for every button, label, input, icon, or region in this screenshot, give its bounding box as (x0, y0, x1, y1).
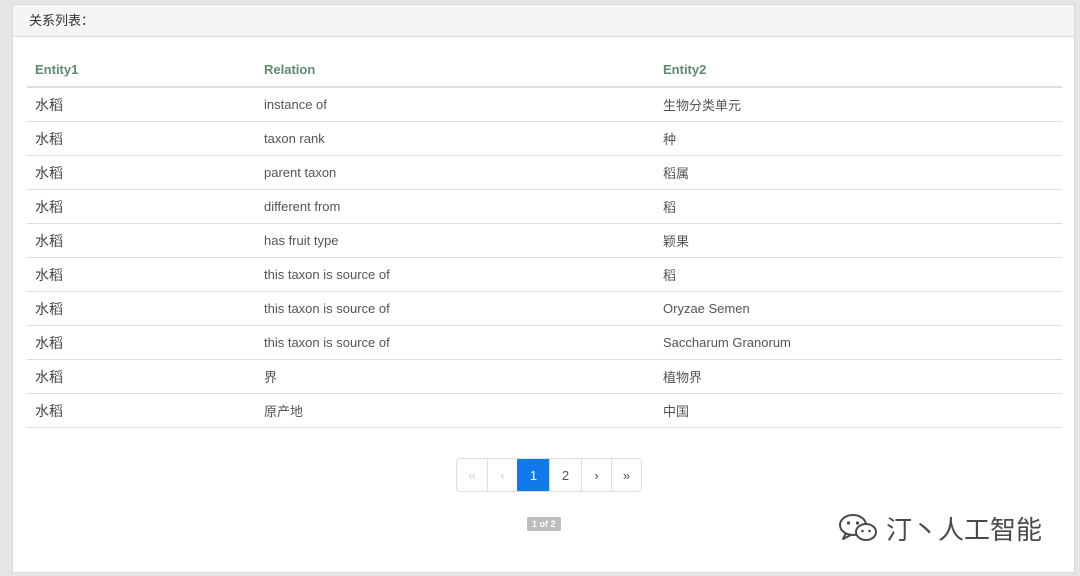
last-page-button[interactable]: » (611, 459, 641, 491)
cell-entity1: 水稻 (27, 359, 256, 394)
cell-relation: 界 (256, 359, 655, 394)
cell-entity2: 种 (655, 121, 1062, 156)
table-header-row: Entity1 Relation Entity2 (27, 52, 1062, 88)
cell-entity2: 稻属 (655, 155, 1062, 190)
table-row: 水稻 has fruit type 颖果 (27, 223, 1062, 258)
table-row: 水稻 instance of 生物分类单元 (27, 87, 1062, 122)
cell-entity2: 稻 (655, 189, 1062, 224)
previous-page-button[interactable]: ‹ (487, 459, 517, 491)
cell-entity1: 水稻 (27, 121, 256, 156)
page-info-badge: 1 of 2 (527, 517, 561, 531)
cell-entity2: Oryzae Semen (655, 291, 1062, 326)
cell-entity2: Saccharum Granorum (655, 325, 1062, 360)
table-row: 水稻 界 植物界 (27, 359, 1062, 394)
column-header-entity2[interactable]: Entity2 (655, 52, 1062, 88)
cell-relation: taxon rank (256, 121, 655, 156)
cell-entity1: 水稻 (27, 257, 256, 292)
table-row: 水稻 原产地 中国 (27, 393, 1062, 428)
cell-entity2: 植物界 (655, 359, 1062, 394)
cell-relation: this taxon is source of (256, 291, 655, 326)
table-row: 水稻 this taxon is source of Saccharum Gra… (27, 325, 1062, 360)
cell-relation: has fruit type (256, 223, 655, 258)
next-page-button[interactable]: › (581, 459, 611, 491)
cell-relation: parent taxon (256, 155, 655, 190)
first-page-button[interactable]: « (457, 459, 487, 491)
cell-relation: 原产地 (256, 393, 655, 428)
cell-relation: different from (256, 189, 655, 224)
panel-title: 关系列表： (13, 5, 1074, 37)
pagination: « ‹ 1 2 › » (456, 458, 642, 492)
cell-entity1: 水稻 (27, 223, 256, 258)
table-row: 水稻 this taxon is source of Oryzae Semen (27, 291, 1062, 326)
cell-relation: this taxon is source of (256, 257, 655, 292)
cell-relation: this taxon is source of (256, 325, 655, 360)
cell-entity1: 水稻 (27, 189, 256, 224)
cell-entity2: 稻 (655, 257, 1062, 292)
cell-entity1: 水稻 (27, 393, 256, 428)
column-header-entity1[interactable]: Entity1 (27, 52, 256, 88)
cell-entity2: 生物分类单元 (655, 87, 1062, 122)
column-header-relation[interactable]: Relation (256, 52, 655, 88)
table-row: 水稻 taxon rank 种 (27, 121, 1062, 156)
cell-entity2: 颖果 (655, 223, 1062, 258)
relation-panel: 关系列表： Entity1 Relation Entity2 水稻 instan… (12, 4, 1075, 573)
cell-entity1: 水稻 (27, 325, 256, 360)
page-1-button[interactable]: 1 (517, 459, 549, 491)
table-row: 水稻 different from 稻 (27, 189, 1062, 224)
cell-entity1: 水稻 (27, 87, 256, 122)
cell-relation: instance of (256, 87, 655, 122)
table-row: 水稻 this taxon is source of 稻 (27, 257, 1062, 292)
cell-entity1: 水稻 (27, 291, 256, 326)
wechat-icon (838, 511, 878, 545)
page-2-button[interactable]: 2 (549, 459, 581, 491)
table-row: 水稻 parent taxon 稻属 (27, 155, 1062, 190)
cell-entity1: 水稻 (27, 155, 256, 190)
relation-table: Entity1 Relation Entity2 水稻 instance of … (27, 52, 1062, 428)
watermark-text: 汀丶人工智能 (886, 514, 1043, 545)
cell-entity2: 中国 (655, 393, 1062, 428)
watermark: 汀丶人工智能 (838, 510, 1042, 546)
